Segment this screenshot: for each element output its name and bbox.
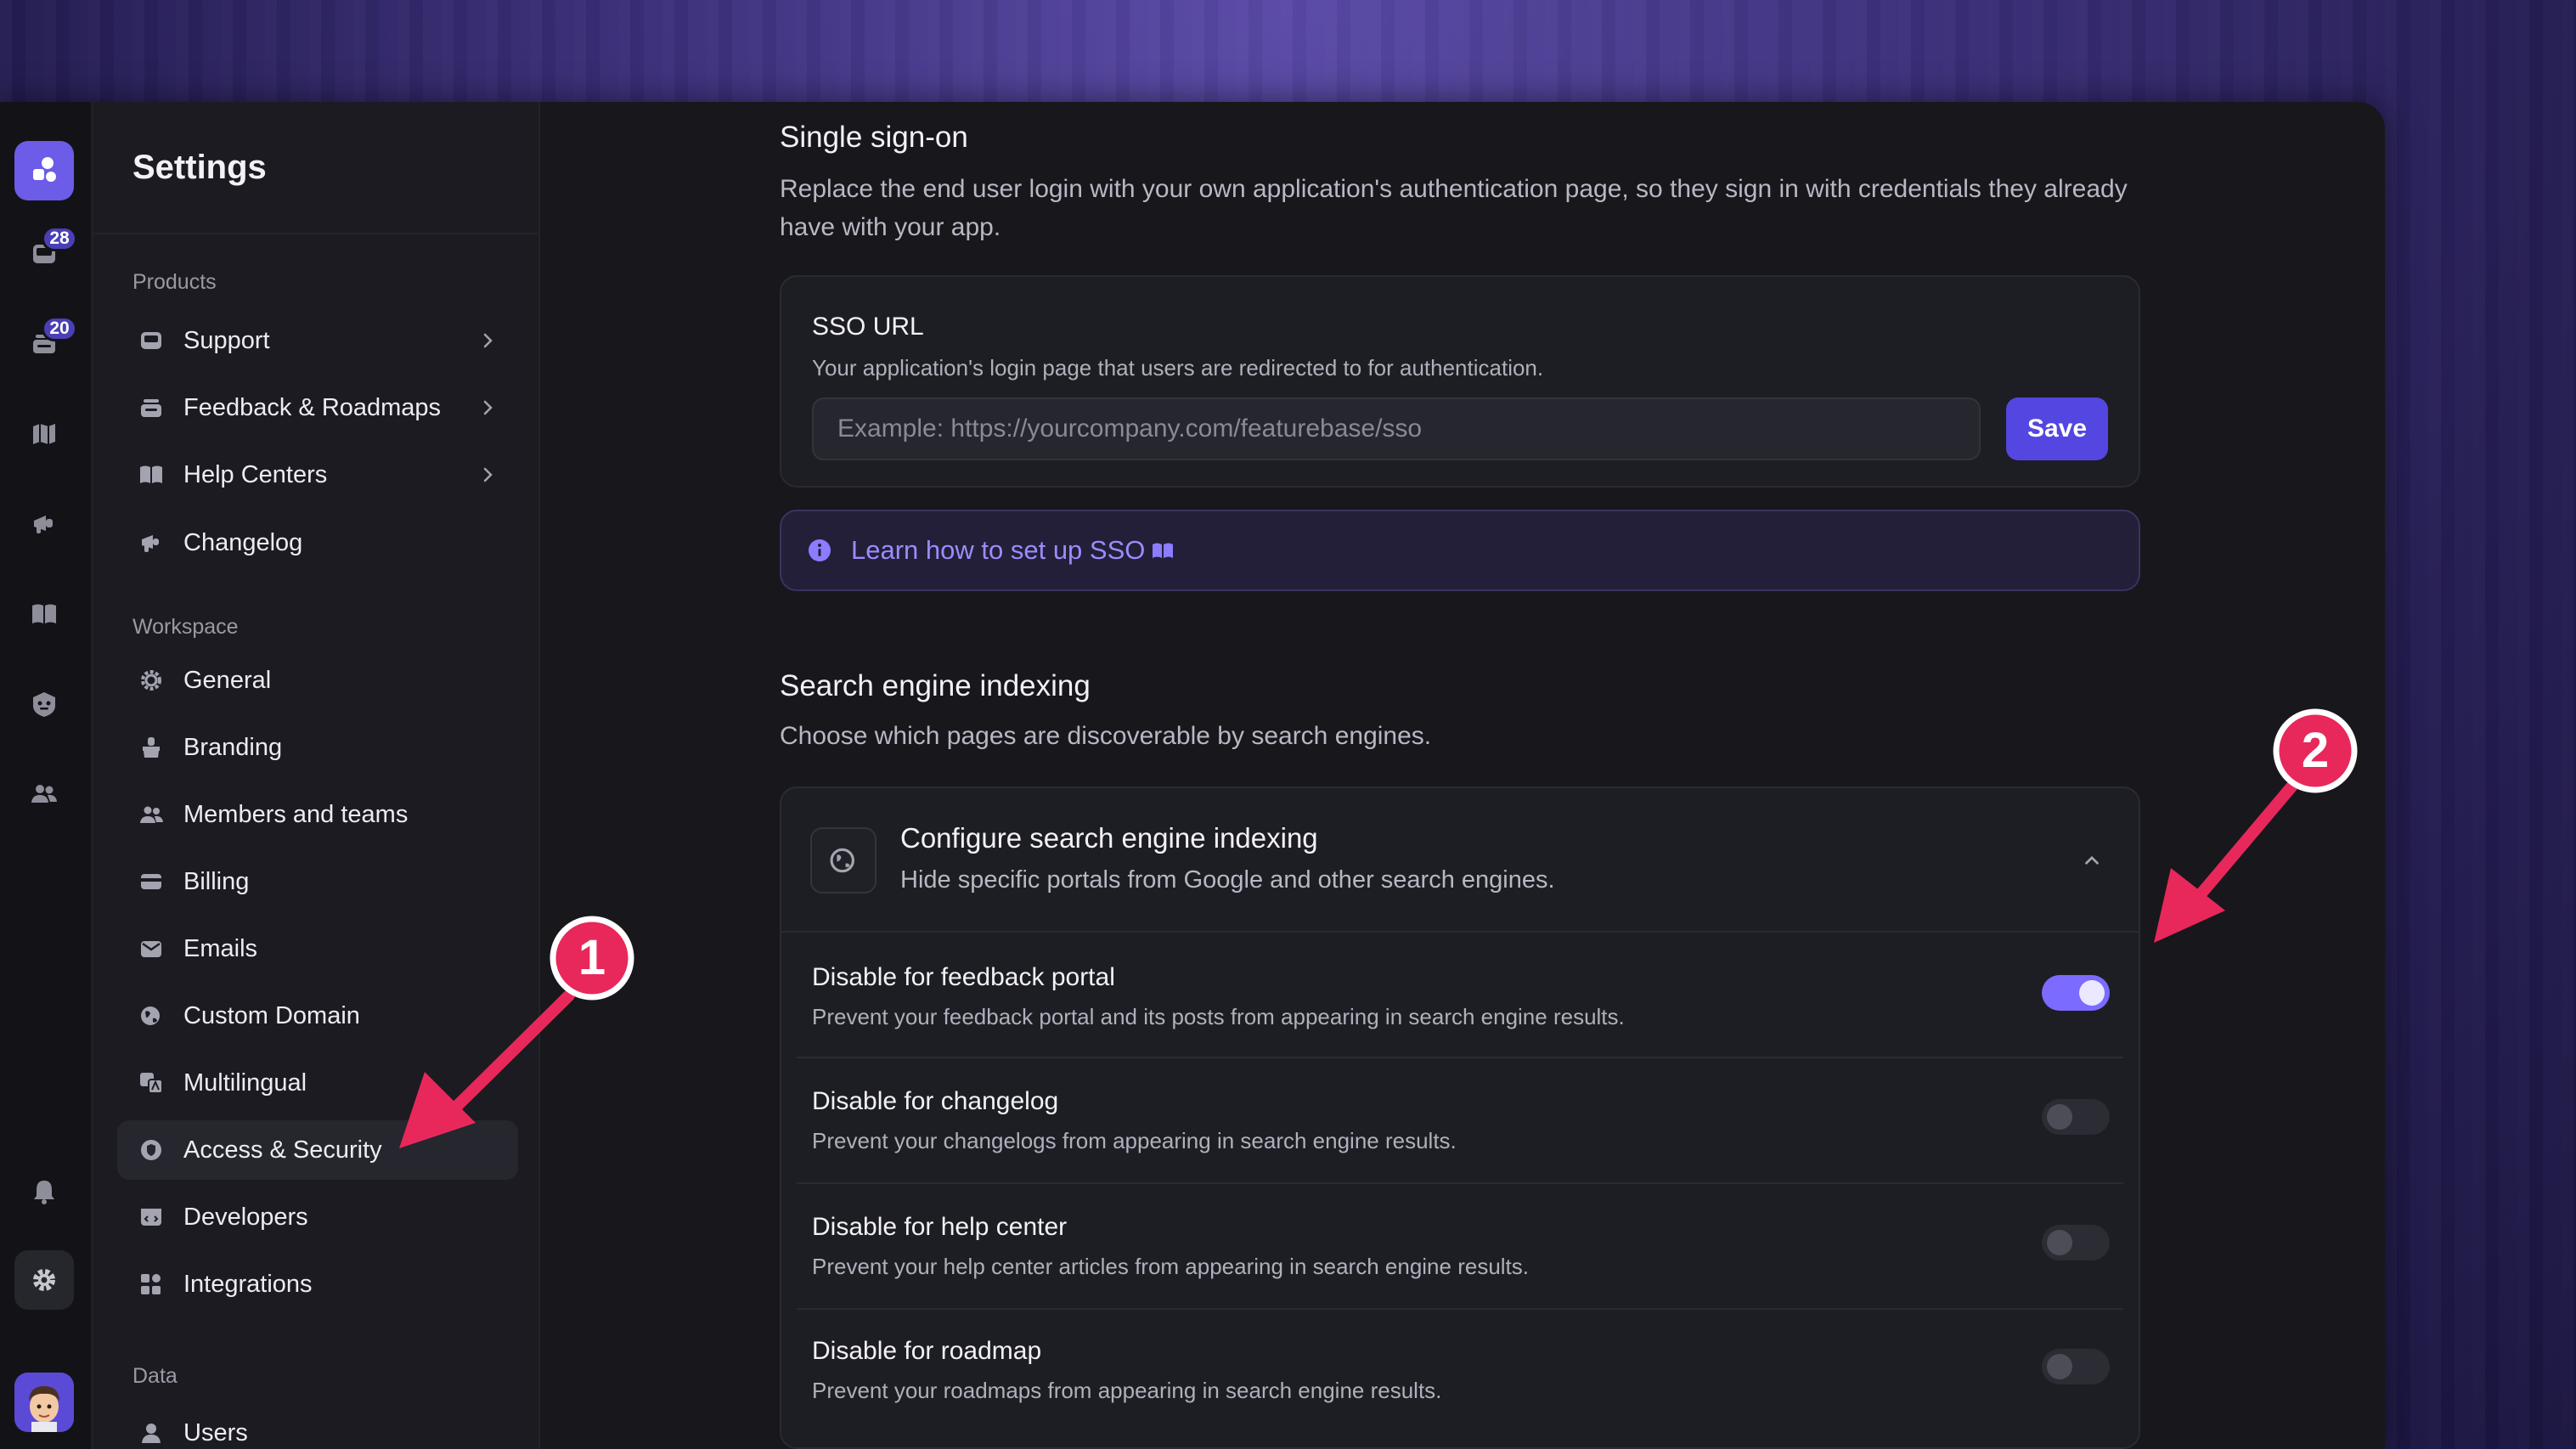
annotation-label-2: 2 (2301, 723, 2330, 778)
annotation-label-1: 1 (578, 930, 606, 985)
annotation-overlay (399, 708, 2358, 1148)
